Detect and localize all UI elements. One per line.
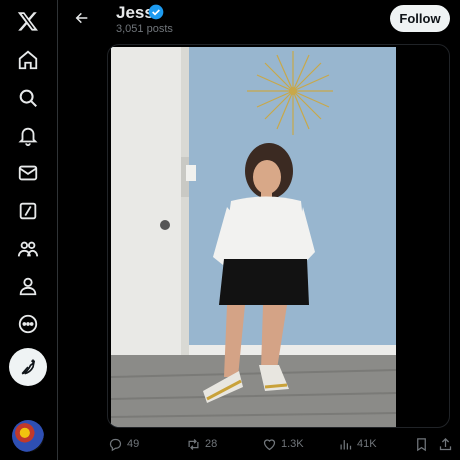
- search-icon[interactable]: [8, 78, 48, 118]
- bookmark-icon: [417, 437, 426, 451]
- compose-post-button[interactable]: [9, 348, 47, 386]
- reply-count: 49: [127, 438, 140, 450]
- media-viewer: Jess 3,051 posts Follow 49 28 1.3K 41K: [58, 0, 460, 460]
- home-icon[interactable]: [8, 40, 48, 80]
- follow-button[interactable]: Follow: [390, 5, 450, 32]
- messages-icon[interactable]: [8, 153, 48, 193]
- heart-icon: [263, 438, 276, 450]
- profile-icon[interactable]: [8, 266, 48, 306]
- analytics-icon: [340, 439, 352, 449]
- repost-button[interactable]: 28: [186, 434, 217, 454]
- share-icon: [439, 437, 452, 450]
- reply-icon: [109, 438, 122, 451]
- views-count: 41K: [357, 438, 377, 450]
- left-sidebar: [0, 0, 58, 460]
- communities-icon[interactable]: [8, 229, 48, 269]
- repost-count: 28: [205, 438, 218, 450]
- grok-icon[interactable]: [8, 191, 48, 231]
- account-avatar[interactable]: [12, 420, 44, 452]
- like-count: 1.3K: [281, 438, 304, 450]
- x-logo-icon[interactable]: [8, 1, 48, 41]
- views-button[interactable]: 41K: [338, 434, 377, 454]
- photo-illustration: [111, 47, 396, 427]
- media-frame: [107, 44, 450, 428]
- feather-plus-icon: [21, 359, 36, 375]
- notifications-icon[interactable]: [8, 116, 48, 156]
- bookmark-button[interactable]: [414, 434, 429, 454]
- post-photo[interactable]: [111, 47, 396, 427]
- more-icon[interactable]: [8, 304, 48, 344]
- repost-icon: [188, 438, 199, 450]
- share-button[interactable]: [438, 434, 453, 454]
- post-actions: 49 28 1.3K 41K: [58, 432, 460, 456]
- posts-count: 3,051 posts: [116, 23, 173, 35]
- back-arrow-icon[interactable]: [68, 4, 96, 32]
- like-button[interactable]: 1.3K: [262, 434, 304, 454]
- reply-button[interactable]: 49: [108, 434, 139, 454]
- verified-badge-icon: [148, 4, 164, 20]
